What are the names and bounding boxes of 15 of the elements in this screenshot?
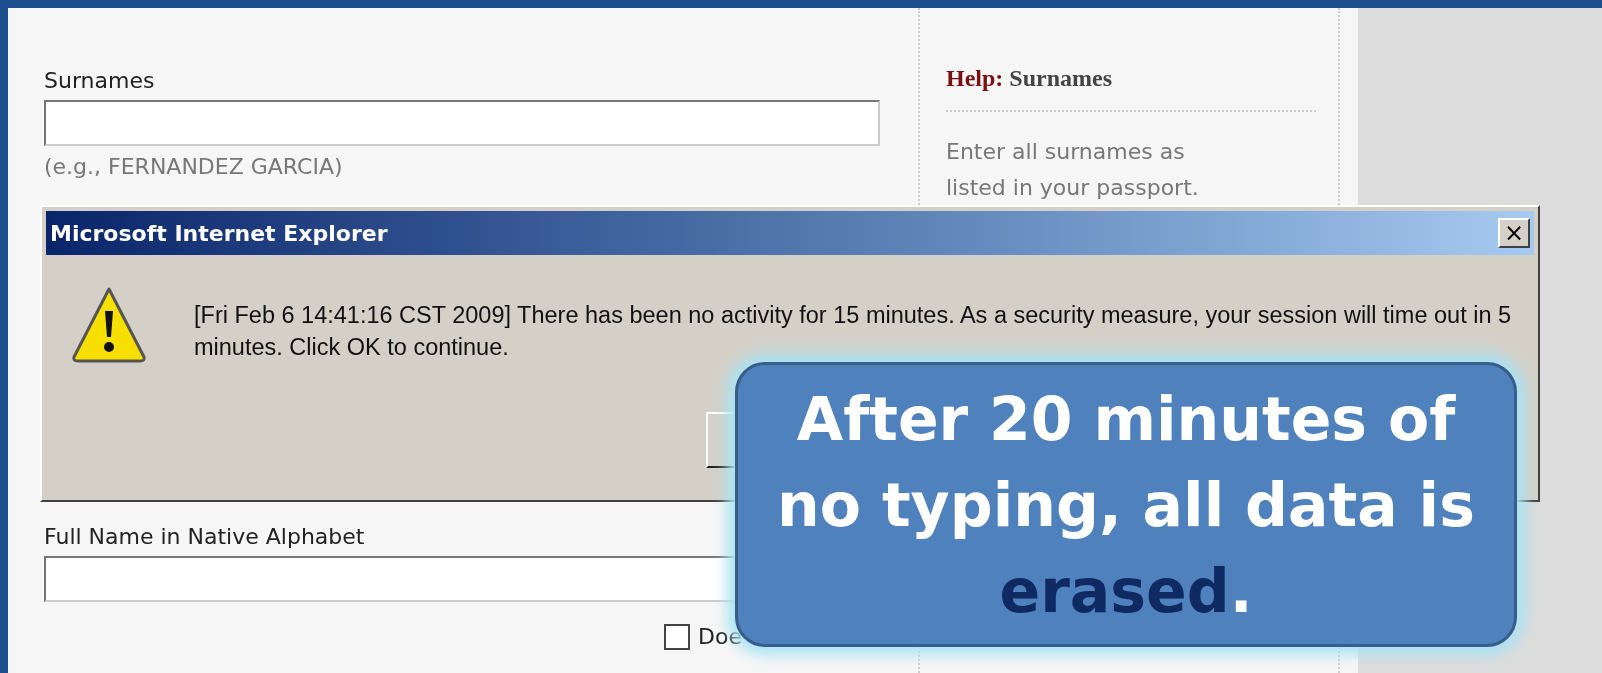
checkbox[interactable] <box>664 623 690 650</box>
dialog-message: [Fri Feb 6 14:41:16 CST 2009] There has been no activity for 15 minutes. As a security measure, your session will time out in 5 minutes. Click OK to continue. <box>194 301 1513 362</box>
input-field[interactable] <box>44 556 734 602</box>
field-hint: (e.g., FERNANDEZ GARCIA) <box>44 153 343 181</box>
callout-text: After 20 minutes of no typing, all data is erased. <box>776 382 1476 628</box>
dialog-title: Microsoft Internet Explorer <box>50 219 388 248</box>
field-label: Surnames <box>44 67 156 95</box>
checkbox-label: Doe <box>698 623 742 651</box>
input-field[interactable] <box>44 100 880 146</box>
close-button[interactable]: × <box>1498 218 1530 248</box>
field-label: Full Name in Native Alphabet <box>44 523 365 551</box>
help-heading: Help: Surnames <box>946 60 1316 112</box>
help-text: Enter all surnames as listed in your passport. <box>946 138 1200 202</box>
warning-icon <box>72 285 146 365</box>
dialog-button[interactable] <box>706 412 734 468</box>
